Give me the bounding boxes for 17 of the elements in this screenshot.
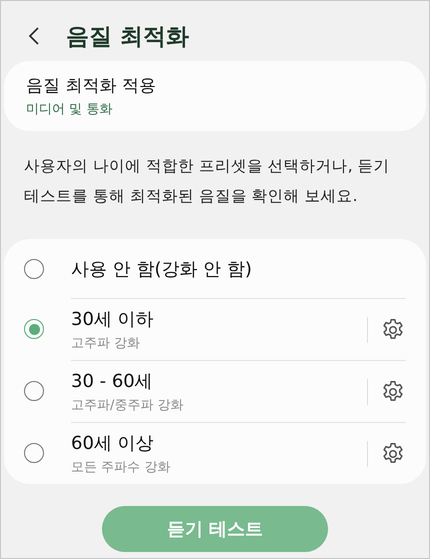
option-label: 60세 이상 <box>71 432 155 455</box>
option-label: 30세 이하 <box>71 308 155 331</box>
page-title: 음질 최적화 <box>66 22 190 52</box>
back-icon[interactable] <box>28 26 40 46</box>
setting-subtitle: 미디어 및 통화 <box>26 101 114 118</box>
description-text: 사용자의 나이에 적합한 프리셋을 선택하거나, 듣기 테스트를 통해 최적화된 음질을 확인해 보세요. <box>23 156 391 207</box>
radio-button[interactable] <box>24 381 44 401</box>
radio-button[interactable] <box>24 443 44 463</box>
option-label: 30 - 60세 <box>71 370 154 393</box>
apply-setting-item[interactable]: 음질 최적화 적용 미디어 및 통화 <box>4 61 426 131</box>
option-detail: 모든 주파수 강화 <box>71 459 172 476</box>
option-label: 사용 안 함(강화 안 함) <box>71 258 253 280</box>
radio-button[interactable] <box>24 319 44 339</box>
option-detail: 고주파/중주파 강화 <box>71 397 185 414</box>
option-detail: 고주파 강화 <box>71 335 142 352</box>
radio-button[interactable] <box>24 258 44 278</box>
setting-title: 음질 최적화 적용 <box>26 75 157 97</box>
